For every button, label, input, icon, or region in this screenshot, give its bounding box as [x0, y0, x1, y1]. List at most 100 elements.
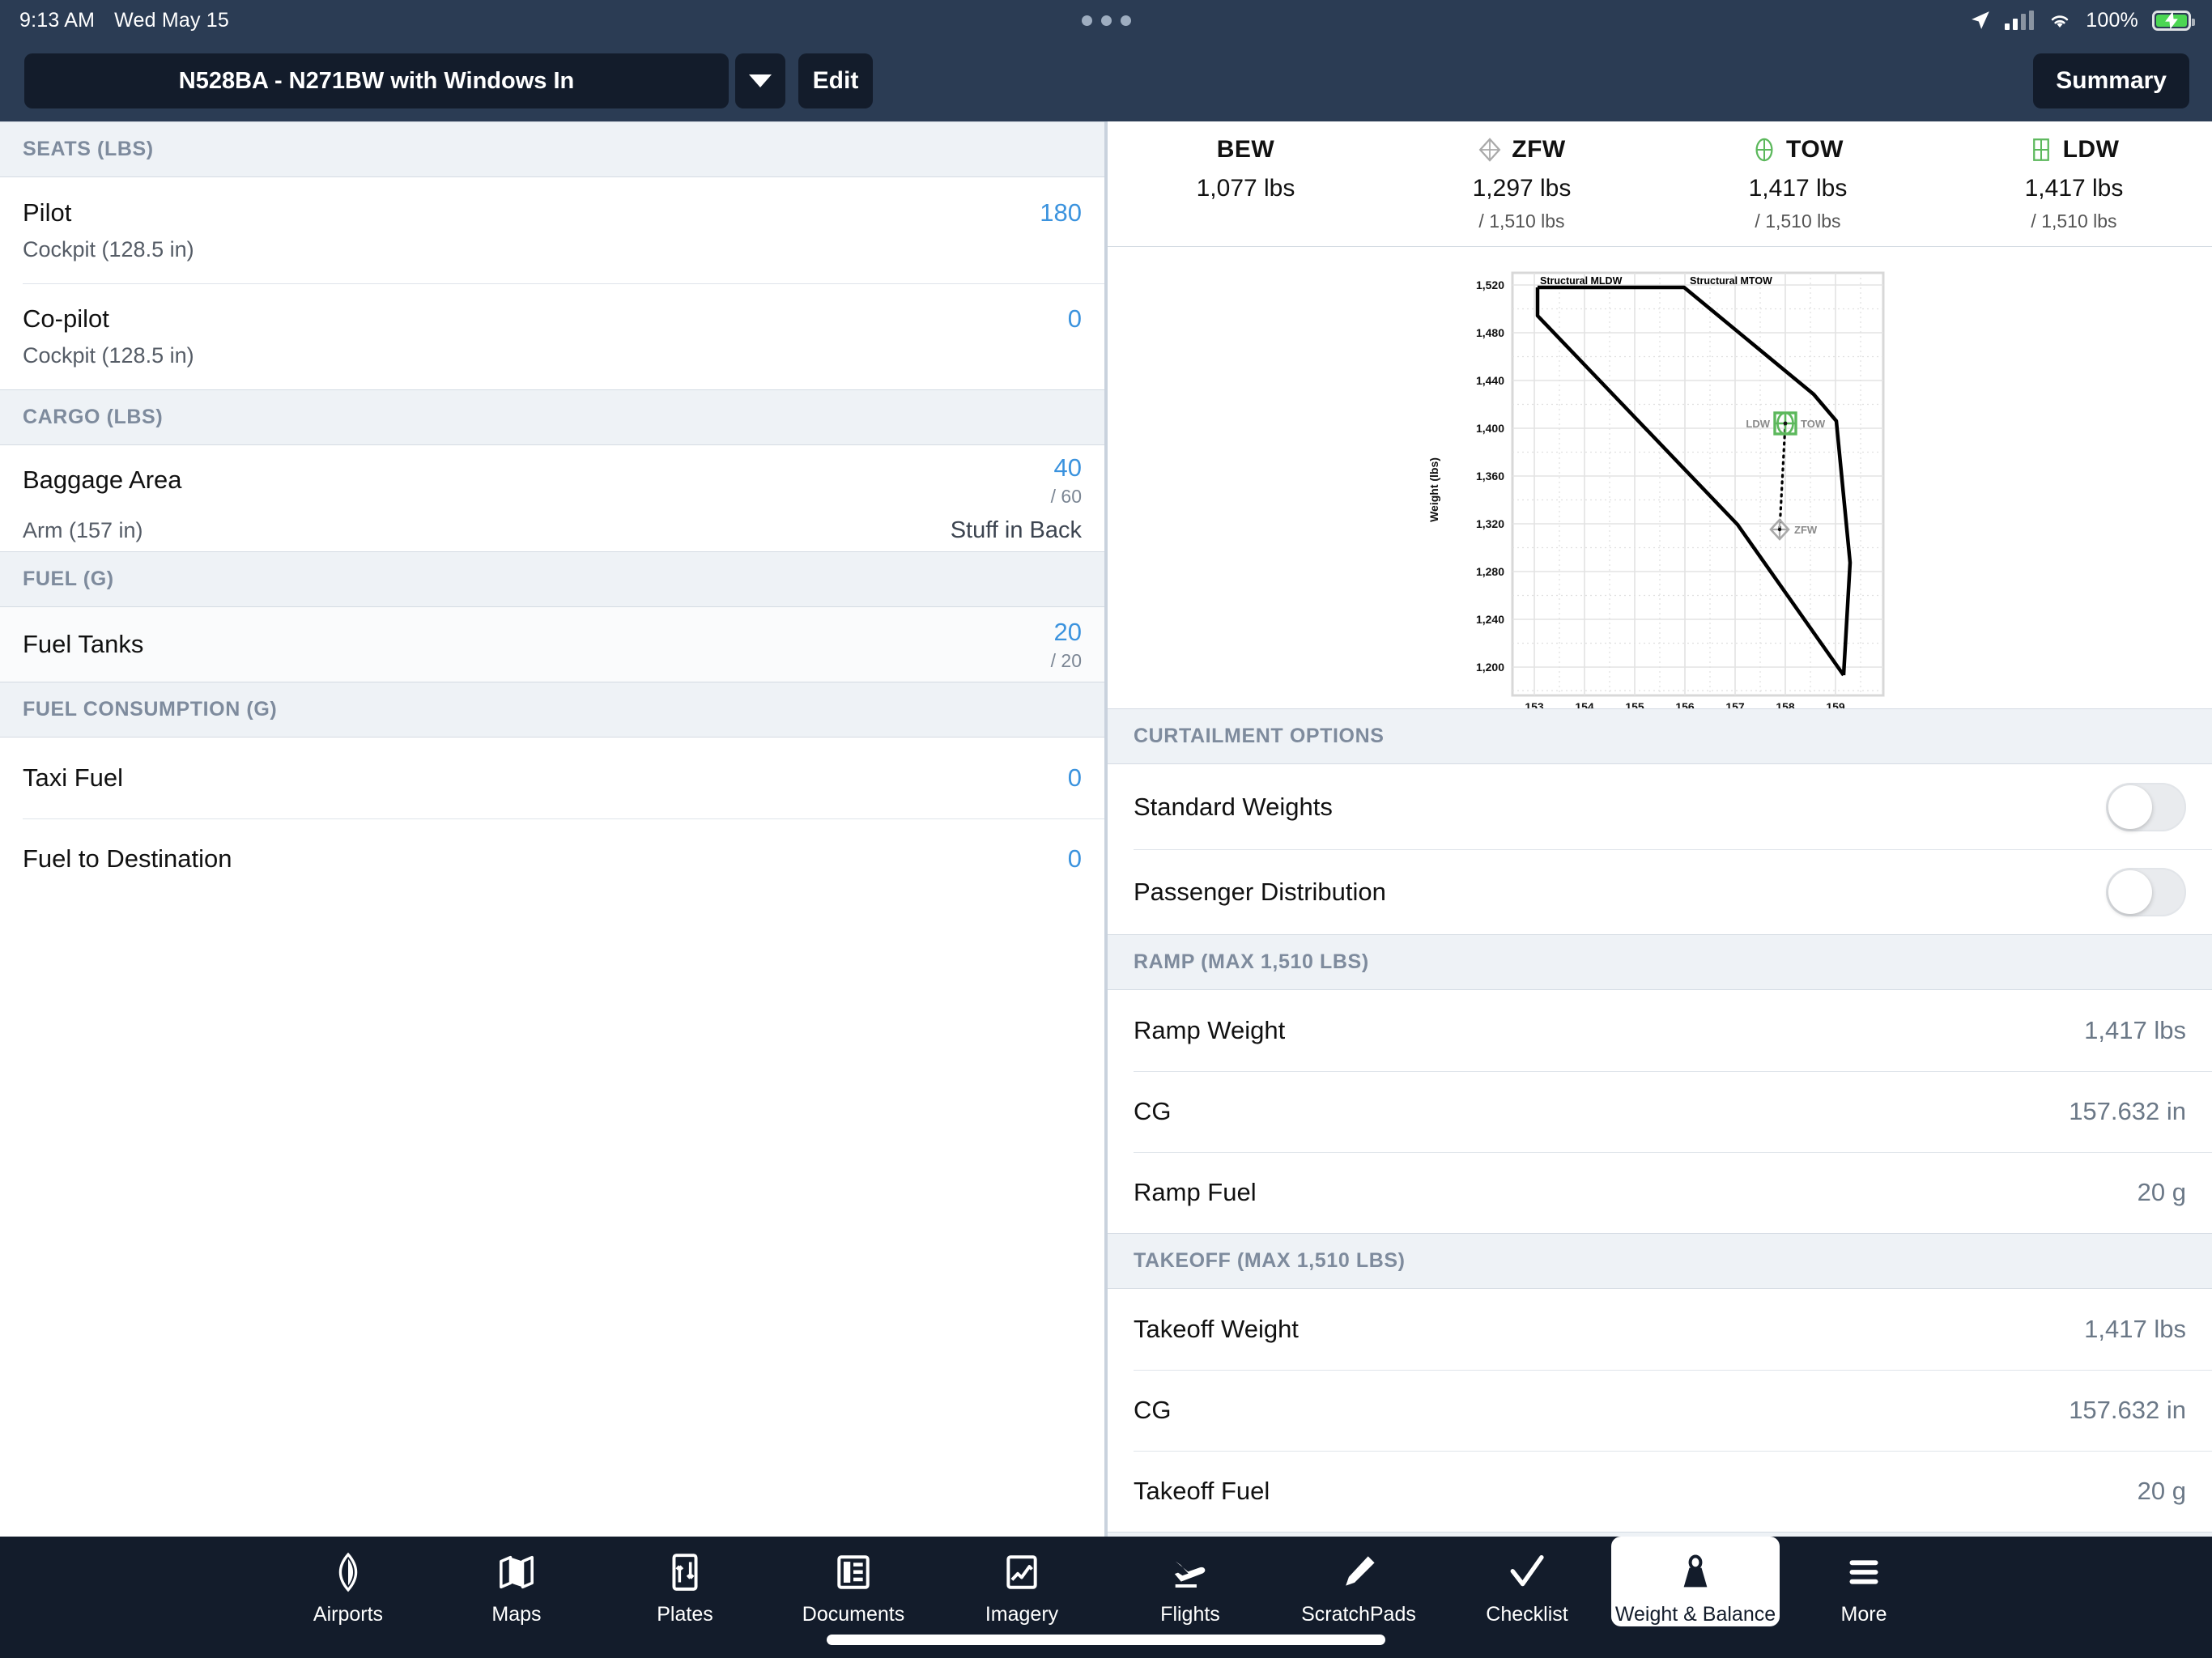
list-item-standard-weights[interactable]: Standard Weights [1108, 764, 2212, 849]
status-bar-right: 100% [1970, 8, 2195, 32]
baggage-weight-value[interactable]: 40 [1054, 453, 1082, 483]
copilot-station-label: Cockpit (128.5 in) [23, 343, 194, 368]
passenger-distribution-label: Passenger Distribution [1134, 877, 1386, 906]
takeoff-fuel-label: Takeoff Fuel [1134, 1477, 1270, 1505]
app-navbar: N528BA - N271BW with Windows In Edit Sum… [0, 40, 2212, 121]
section-header-takeoff: TAKEOFF (MAX 1,510 LBS) [1108, 1233, 2212, 1289]
svg-text:156: 156 [1675, 700, 1695, 708]
svg-text:158: 158 [1776, 700, 1795, 708]
svg-text:1,480: 1,480 [1476, 326, 1504, 339]
baggage-value-stack: 40 / 60 [1051, 453, 1082, 508]
zfw-diamond-icon [1478, 138, 1501, 162]
dot-icon [1120, 15, 1131, 26]
cg-envelope-chart[interactable]: 1,520 1,480 1,440 1,400 1,360 1,320 1,28… [1108, 247, 2212, 708]
svg-text:1,200: 1,200 [1476, 661, 1504, 674]
ldw-marker-label: LDW [1746, 418, 1770, 430]
tab-scratchpads[interactable]: ScratchPads [1274, 1537, 1443, 1626]
aircraft-dropdown-button[interactable] [735, 53, 785, 108]
plane-landing-icon [1168, 1550, 1213, 1595]
tab-flights[interactable]: Flights [1106, 1537, 1274, 1626]
svg-text:1,320: 1,320 [1476, 517, 1504, 530]
fuel-to-destination-value[interactable]: 0 [1068, 844, 1082, 874]
baggage-arm-label: Arm (157 in) [23, 517, 143, 542]
tab-airports[interactable]: Airports [264, 1537, 432, 1626]
summary-button[interactable]: Summary [2033, 53, 2189, 108]
tab-label: Checklist [1486, 1603, 1568, 1626]
standard-weights-label: Standard Weights [1134, 792, 1333, 821]
structural-mldw-label: Structural MLDW [1540, 275, 1623, 287]
tab-documents[interactable]: Documents [769, 1537, 938, 1626]
tow-marker-label: TOW [1801, 418, 1826, 430]
pencil-icon [1336, 1550, 1381, 1595]
tab-checklist[interactable]: Checklist [1443, 1537, 1611, 1626]
ramp-weight-value: 1,417 lbs [2084, 1016, 2186, 1044]
ldw-value: 1,417 lbs [2024, 175, 2124, 202]
list-item-takeoff-cg: CG 157.632 in [1108, 1370, 2212, 1451]
takeoff-cg-value: 157.632 in [2069, 1396, 2186, 1424]
list-item-fuel-tanks[interactable]: Fuel Tanks 20 / 20 [0, 607, 1104, 682]
pilot-station-label: Cockpit (128.5 in) [23, 237, 194, 261]
zfw-label: ZFW [1512, 136, 1566, 163]
tab-weight-and-balance[interactable]: Weight & Balance [1611, 1537, 1780, 1626]
app-root: 9:13 AM Wed May 15 100% N528BA - N271BW … [0, 0, 2212, 1658]
list-item-baggage-area[interactable]: Baggage Area 40 / 60 Arm (157 in) Stuff … [0, 445, 1104, 551]
section-header-fuel-consumption: FUEL CONSUMPTION (G) [0, 682, 1104, 738]
ramp-fuel-label: Ramp Fuel [1134, 1178, 1257, 1206]
tab-imagery[interactable]: Imagery [938, 1537, 1106, 1626]
tab-maps[interactable]: Maps [432, 1537, 601, 1626]
list-item-copilot[interactable]: Co-pilot 0 Cockpit (128.5 in) [0, 283, 1104, 389]
aircraft-selector[interactable]: N528BA - N271BW with Windows In [24, 53, 729, 108]
tab-label: Imagery [985, 1603, 1059, 1626]
tow-header: TOW [1752, 136, 1844, 164]
taxi-fuel-value[interactable]: 0 [1068, 763, 1082, 793]
tab-label: Documents [802, 1603, 905, 1626]
svg-text:1,400: 1,400 [1476, 422, 1504, 435]
ramp-cg-label: CG [1134, 1097, 1172, 1125]
fuel-tanks-value[interactable]: 20 [1054, 618, 1082, 647]
passenger-distribution-toggle[interactable] [2106, 867, 2186, 916]
section-header-ramp: RAMP (MAX 1,510 LBS) [1108, 934, 2212, 990]
list-item-ramp-cg: CG 157.632 in [1108, 1071, 2212, 1152]
list-item-pilot[interactable]: Pilot 180 Cockpit (128.5 in) [0, 177, 1104, 283]
copilot-label: Co-pilot [23, 304, 109, 333]
list-item-passenger-distribution[interactable]: Passenger Distribution [1108, 849, 2212, 934]
fuel-tanks-label: Fuel Tanks [23, 630, 144, 658]
tab-label: More [1840, 1603, 1887, 1626]
imagery-icon [999, 1550, 1044, 1595]
pilot-label: Pilot [23, 198, 72, 227]
content-area: SEATS (LBS) Pilot 180 Cockpit (128.5 in)… [0, 121, 2212, 1537]
edit-button[interactable]: Edit [798, 53, 873, 108]
ldw-square-icon [2032, 138, 2049, 161]
weight-cell-tow: TOW 1,417 lbs / 1,510 lbs [1660, 121, 1936, 246]
weight-summary-strip: BEW 1,077 lbs ZFW 1,297 lbs / 1,510 lbs [1108, 121, 2212, 247]
standard-weights-toggle[interactable] [2106, 782, 2186, 831]
tab-plates[interactable]: Plates [601, 1537, 769, 1626]
results-pane: BEW 1,077 lbs ZFW 1,297 lbs / 1,510 lbs [1108, 121, 2212, 1537]
copilot-weight-value[interactable]: 0 [1068, 304, 1082, 334]
list-item-taxi-fuel[interactable]: Taxi Fuel 0 [0, 738, 1104, 818]
list-item-fuel-to-destination[interactable]: Fuel to Destination 0 [0, 818, 1104, 899]
section-header-seats: SEATS (LBS) [0, 121, 1104, 177]
takeoff-weight-value: 1,417 lbs [2084, 1315, 2186, 1343]
tab-more[interactable]: More [1780, 1537, 1948, 1626]
tow-label: TOW [1786, 136, 1844, 163]
map-icon [494, 1550, 539, 1595]
home-indicator[interactable] [827, 1635, 1385, 1645]
plate-icon [662, 1550, 708, 1595]
bolt-icon [2165, 11, 2178, 29]
pilot-row-main: Pilot 180 [23, 198, 1082, 227]
document-icon [831, 1550, 876, 1595]
tow-max: / 1,510 lbs [1755, 210, 1841, 232]
wifi-icon [2052, 15, 2069, 28]
zfw-marker-label: ZFW [1794, 524, 1818, 536]
ldw-header: LDW [2029, 136, 2120, 164]
structural-mtow-label: Structural MTOW [1690, 275, 1772, 287]
fuel-tanks-max: / 20 [1050, 649, 1082, 671]
weight-cell-ldw: LDW 1,417 lbs / 1,510 lbs [1936, 121, 2212, 246]
ramp-fuel-value: 20 g [2137, 1178, 2186, 1206]
pilot-weight-value[interactable]: 180 [1040, 198, 1082, 227]
weight-cell-zfw: ZFW 1,297 lbs / 1,510 lbs [1384, 121, 1660, 246]
baggage-row-main: Baggage Area 40 / 60 [23, 453, 1082, 508]
battery-percent-label: 100% [2086, 8, 2138, 32]
ldw-max: / 1,510 lbs [2031, 210, 2117, 232]
